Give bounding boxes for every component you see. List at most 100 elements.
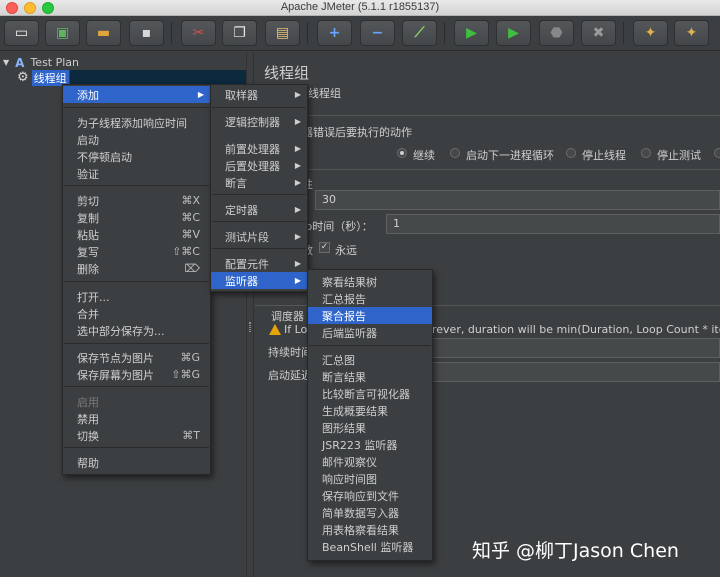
toolbar-button-cut[interactable]: ✂ <box>181 20 216 46</box>
shortcut-label: ⌦ <box>184 262 200 275</box>
name-field-value: 线程组 <box>308 87 341 100</box>
add-submenu-item[interactable]: 定时器 ▶ <box>211 201 307 218</box>
radio-stop-test[interactable] <box>641 148 651 158</box>
tree-node-thread-group[interactable]: ⚙ 线程组 <box>0 69 69 86</box>
listener-submenu-item[interactable]: 简单数据写入器 <box>308 504 432 521</box>
listener-submenu-item[interactable]: 保存响应到文件 <box>308 487 432 504</box>
context-menu-item[interactable]: 打开... <box>63 288 210 305</box>
start-no-pauses-icon: ▶ <box>508 25 519 41</box>
gear-icon: ⚙ <box>17 70 29 85</box>
menu-separator <box>64 281 209 282</box>
listener-submenu-item-label: 察看结果树 <box>322 275 377 289</box>
listener-submenu-item[interactable]: 用表格察看结果 <box>308 521 432 538</box>
context-menu-item-label: 合并 <box>77 307 99 321</box>
toolbar-button-new[interactable]: ▭ <box>4 20 39 46</box>
context-menu-item[interactable]: 启动 <box>63 131 210 148</box>
context-menu-item[interactable]: 删除 ⌦ <box>63 260 210 277</box>
context-menu-item[interactable]: 切换 ⌘T <box>63 427 210 444</box>
context-menu-item[interactable]: 添加 ▶ <box>63 86 210 103</box>
listener-submenu-item[interactable]: 汇总图 <box>308 351 432 368</box>
add-submenu-item[interactable]: 配置元件 ▶ <box>211 255 307 272</box>
add-submenu-item[interactable]: 后置处理器 ▶ <box>211 157 307 174</box>
context-menu-item[interactable]: 粘贴 ⌘V <box>63 226 210 243</box>
add-submenu-item[interactable]: 监听器 ▶ <box>211 272 307 289</box>
cut-icon: ✂ <box>192 25 205 41</box>
toolbar-button-collapse[interactable]: − <box>360 20 395 46</box>
forever-checkbox[interactable]: ✓ <box>319 242 330 253</box>
context-menu-item[interactable]: 帮助 <box>63 454 210 471</box>
toolbar-button-toggle[interactable]: ⟋ <box>402 20 437 46</box>
menu-separator <box>309 345 431 346</box>
toolbar-button-shutdown[interactable]: ✖ <box>581 20 616 46</box>
radio-stop-test-now[interactable] <box>714 148 720 158</box>
listener-submenu-item-label: 聚合报告 <box>322 309 366 323</box>
window-titlebar: Apache JMeter (5.1.1 r1855137) <box>0 0 720 16</box>
listener-submenu-item[interactable]: BeanShell 监听器 <box>308 538 432 555</box>
add-submenu-item-label: 监听器 <box>225 274 258 288</box>
listener-submenu-item[interactable]: 聚合报告 <box>308 307 432 324</box>
radio-stop-thread[interactable] <box>566 148 576 158</box>
context-menu-item-label: 启用 <box>77 395 99 409</box>
listener-submenu-item[interactable]: 比较断言可视化器 <box>308 385 432 402</box>
add-submenu-item[interactable]: 取样器 ▶ <box>211 86 307 103</box>
context-menu-item[interactable]: 保存节点为图片 ⌘G <box>63 349 210 366</box>
toolbar-button-clear[interactable]: ✦ <box>633 20 668 46</box>
name-field[interactable]: 线程组 <box>302 85 720 105</box>
toolbar-button-open[interactable]: ▬ <box>86 20 121 46</box>
add-submenu-item[interactable]: 前置处理器 ▶ <box>211 140 307 157</box>
toolbar-separator <box>444 22 445 44</box>
context-menu-item[interactable]: 保存屏幕为图片 ⇧⌘G <box>63 366 210 383</box>
toolbar-button-paste[interactable]: ▤ <box>265 20 300 46</box>
radio-start-next-loop[interactable] <box>450 148 460 158</box>
tree-node-test-plan[interactable]: ▼ A Test Plan <box>0 55 79 70</box>
context-menu-item[interactable]: 选中部分保存为... <box>63 322 210 339</box>
listener-submenu-item-label: 汇总报告 <box>322 292 366 306</box>
toolbar-button-templates[interactable]: ▣ <box>45 20 80 46</box>
rampup-input[interactable]: 1 <box>386 214 720 234</box>
listener-submenu-item[interactable]: 图形结果 <box>308 419 432 436</box>
listener-submenu-item[interactable]: 察看结果树 <box>308 273 432 290</box>
startup-delay-input[interactable] <box>432 362 720 382</box>
add-submenu-item[interactable]: 断言 ▶ <box>211 174 307 191</box>
toolbar-button-start[interactable]: ▶ <box>454 20 489 46</box>
menu-separator <box>64 185 209 186</box>
splitter-grip-icon <box>249 322 251 332</box>
menu-separator <box>212 221 306 222</box>
clear-icon: ✦ <box>644 25 657 41</box>
radio-continue[interactable] <box>397 148 407 158</box>
listener-submenu-item[interactable]: 汇总报告 <box>308 290 432 307</box>
toolbar-separator <box>623 22 624 44</box>
toolbar-button-start-no-pauses[interactable]: ▶ <box>496 20 531 46</box>
window-title: Apache JMeter (5.1.1 r1855137) <box>280 1 440 13</box>
toolbar-button-clear-all[interactable]: ✦ <box>674 20 709 46</box>
toolbar-button-stop[interactable]: ⬣ <box>539 20 574 46</box>
toolbar-button-expand[interactable]: + <box>317 20 352 46</box>
threads-input[interactable]: 30 <box>315 190 720 210</box>
context-menu-item[interactable]: 不停顿启动 <box>63 148 210 165</box>
add-submenu-item[interactable]: 测试片段 ▶ <box>211 228 307 245</box>
context-menu-item[interactable]: 禁用 <box>63 410 210 427</box>
shortcut-label: ⌘T <box>182 429 200 442</box>
context-menu-item[interactable]: 复写 ⇧⌘C <box>63 243 210 260</box>
warning-icon <box>269 324 281 335</box>
context-menu-item[interactable]: 合并 <box>63 305 210 322</box>
toolbar-button-save[interactable]: ▪ <box>129 20 164 46</box>
listener-submenu-item[interactable]: 后端监听器 <box>308 324 432 341</box>
context-menu-item[interactable]: 剪切 ⌘X <box>63 192 210 209</box>
context-menu-item[interactable]: 为子线程添加响应时间 <box>63 114 210 131</box>
listener-submenu-item[interactable]: 断言结果 <box>308 368 432 385</box>
add-submenu-item[interactable]: 逻辑控制器 ▶ <box>211 113 307 130</box>
toggle-icon: ⟋ <box>414 25 425 41</box>
listener-submenu-item[interactable]: 邮件观察仪 <box>308 453 432 470</box>
listener-submenu-item[interactable]: 响应时间图 <box>308 470 432 487</box>
context-menu-item[interactable]: 复制 ⌘C <box>63 209 210 226</box>
listener-submenu: 察看结果树汇总报告聚合报告 后端监听器汇总图 断言结果 比较断言可视化器 生成概要结果图… <box>307 269 433 561</box>
duration-input[interactable] <box>432 338 720 358</box>
context-menu-item[interactable]: 验证 <box>63 165 210 182</box>
toolbar-button-copy[interactable]: ❐ <box>222 20 257 46</box>
expand-arrow-icon[interactable]: ▼ <box>3 58 9 67</box>
listener-submenu-item-label: 用表格察看结果 <box>322 523 399 537</box>
listener-submenu-item[interactable]: JSR223 监听器 <box>308 436 432 453</box>
listener-submenu-item[interactable]: 生成概要结果 <box>308 402 432 419</box>
toolbar: ▭ ▣ ▬ ▪ ✂ ❐ ▤ + − ⟋ ▶ ▶ ⬣ ✖ ✦ ✦ <box>0 16 720 51</box>
